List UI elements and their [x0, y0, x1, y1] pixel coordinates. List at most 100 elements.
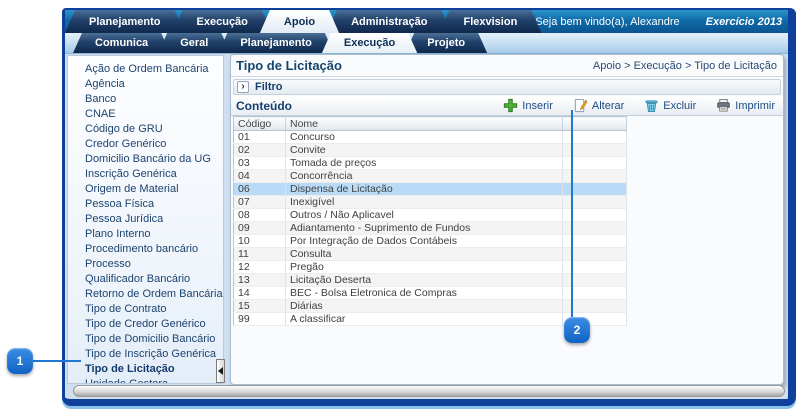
cell-codigo: 01 [234, 131, 286, 144]
sidebar-item-tipo-de-licitacao[interactable]: Tipo de Licitação [68, 362, 223, 377]
filter-bar: › Filtro [233, 79, 781, 95]
sidebar-item-cnae[interactable]: CNAE [68, 107, 223, 122]
table-row-07[interactable]: 07Inexigível [234, 196, 627, 209]
sidebar-item-pessoa-juridica[interactable]: Pessoa Jurídica [68, 212, 223, 227]
sidebar-item-credor-generico[interactable]: Credor Genérico [68, 137, 223, 152]
page-title: Tipo de Licitação [236, 58, 342, 73]
cell-codigo: 07 [234, 196, 286, 209]
cell-codigo: 04 [234, 170, 286, 183]
table-row-12[interactable]: 12Pregão [234, 261, 627, 274]
inserir-button[interactable]: Inserir [503, 98, 553, 113]
sidebar-collapse-handle[interactable] [216, 359, 225, 383]
content-section-bar: Conteúdo Inserir Alterar Excluir Imprimir [231, 96, 783, 116]
cell-codigo: 14 [234, 287, 286, 300]
sidebar-item-tipo-de-inscricao-generica[interactable]: Tipo de Inscrição Genérica [68, 347, 223, 362]
sidebar-item-procedimento-bancario[interactable]: Procedimento bancário [68, 242, 223, 257]
sidebar-item-pessoa-fisica[interactable]: Pessoa Física [68, 197, 223, 212]
sidebar-item-unidade-gestora[interactable]: Unidade Gestora [68, 377, 223, 384]
sidebar-item-codigo-de-gru[interactable]: Código de GRU [68, 122, 223, 137]
alterar-button[interactable]: Alterar [573, 98, 624, 113]
content-header: Tipo de Licitação Apoio > Execução > Tip… [231, 55, 783, 77]
filter-expand-button[interactable]: › [237, 81, 249, 93]
column-header-nome[interactable]: Nome [286, 117, 563, 131]
licitacao-table: CódigoNome01Concurso02Convite03Tomada de… [233, 116, 627, 326]
table-row-10[interactable]: 10Por Integração de Dados Contábeis [234, 235, 627, 248]
table-row-03[interactable]: 03Tomada de preços [234, 157, 627, 170]
sidebar-item-agencia[interactable]: Agência [68, 77, 223, 92]
sidebar-item-tipo-de-credor-generico[interactable]: Tipo de Credor Genérico [68, 317, 223, 332]
printer-icon [716, 98, 731, 113]
welcome-text: Seja bem vindo(a), Alexandre [535, 16, 679, 28]
table-row-08[interactable]: 08Outros / Não Aplicavel [234, 209, 627, 222]
imprimir-button[interactable]: Imprimir [716, 98, 775, 113]
sidebar-item-inscricao-generica[interactable]: Inscrição Genérica [68, 167, 223, 182]
sidebar-item-banco[interactable]: Banco [68, 92, 223, 107]
cell-nome: A classificar [286, 313, 563, 326]
excluir-button[interactable]: Excluir [644, 98, 696, 113]
primary-tab-flexvision[interactable]: Flexvision [440, 10, 542, 33]
content-panel: Tipo de Licitação Apoio > Execução > Tip… [230, 54, 784, 385]
cell-codigo: 99 [234, 313, 286, 326]
cell-nome: Tomada de preços [286, 157, 563, 170]
sidebar-item-processo[interactable]: Processo [68, 257, 223, 272]
secondary-tab-projeto[interactable]: Projeto [405, 33, 487, 53]
secondary-tabs: ComunicaGeralPlanejamentoExecuçãoProjeto [65, 33, 481, 53]
table-row-02[interactable]: 02Convite [234, 144, 627, 157]
cell-nome: Dispensa de Licitação [286, 183, 563, 196]
sidebar-item-origem-de-material[interactable]: Origem de Material [68, 182, 223, 197]
column-header-codigo[interactable]: Código [234, 117, 286, 131]
table-row-14[interactable]: 14BEC - Bolsa Eletronica de Compras [234, 287, 627, 300]
sidebar-item-tipo-de-domicilio-bancario[interactable]: Tipo de Domicilio Bancário [68, 332, 223, 347]
body-area: Ação de Ordem BancáriaAgênciaBancoCNAECó… [65, 54, 788, 385]
filter-label: Filtro [255, 81, 283, 93]
cell-nome: Licitação Deserta [286, 274, 563, 287]
cell-nome: Diárias [286, 300, 563, 313]
tool-label-imprimir: Imprimir [735, 100, 775, 112]
table-row-11[interactable]: 11Consulta [234, 248, 627, 261]
callout-badge-1: 1 [7, 348, 33, 374]
sidebar-menu: Ação de Ordem BancáriaAgênciaBancoCNAECó… [67, 55, 224, 384]
cell-nome: BEC - Bolsa Eletronica de Compras [286, 287, 563, 300]
table-row-15[interactable]: 15Diárias [234, 300, 627, 313]
sidebar-item-qualificador-bancario[interactable]: Qualificador Bancário [68, 272, 223, 287]
app-window: PlanejamentoExecuçãoApoioAdministraçãoFl… [62, 8, 796, 406]
secondary-tab-comunica[interactable]: Comunica [73, 33, 170, 53]
sidebar-item-tipo-de-contrato[interactable]: Tipo de Contrato [68, 302, 223, 317]
callout-2-number: 2 [574, 323, 581, 337]
primary-tab-execucao[interactable]: Execução [173, 10, 272, 33]
sidebar-item-acao-de-ordem-bancaria[interactable]: Ação de Ordem Bancária [68, 62, 223, 77]
callout-2-connector-line [571, 110, 573, 318]
cell-nome: Adiantamento - Suprimento de Fundos [286, 222, 563, 235]
cell-nome: Por Integração de Dados Contábeis [286, 235, 563, 248]
sidebar-item-retorno-de-ordem-bancaria[interactable]: Retorno de Ordem Bancária [68, 287, 223, 302]
cell-nome: Convite [286, 144, 563, 157]
sidebar-item-domicilio-bancario-da-ug[interactable]: Domicilio Bancário da UG [68, 152, 223, 167]
cell-nome: Pregão [286, 261, 563, 274]
callout-1-connector-line [33, 360, 81, 362]
edit-icon [573, 98, 588, 113]
cell-nome: Concurso [286, 131, 563, 144]
secondary-nav-bar: ComunicaGeralPlanejamentoExecuçãoProjeto [65, 33, 788, 54]
table-row-09[interactable]: 09Adiantamento - Suprimento de Fundos [234, 222, 627, 235]
cell-codigo: 15 [234, 300, 286, 313]
cell-codigo: 11 [234, 248, 286, 261]
sidebar-item-plano-interno[interactable]: Plano Interno [68, 227, 223, 242]
table-row-01[interactable]: 01Concurso [234, 131, 627, 144]
callout-badge-2: 2 [564, 317, 590, 343]
secondary-tab-execucao[interactable]: Execução [322, 33, 417, 53]
table-row-13[interactable]: 13Licitação Deserta [234, 274, 627, 287]
section-label: Conteúdo [236, 99, 292, 113]
plus-icon [503, 98, 518, 113]
primary-tab-planejamento[interactable]: Planejamento [65, 10, 185, 33]
primary-tab-apoio[interactable]: Apoio [260, 10, 339, 33]
tool-label-alterar: Alterar [592, 100, 624, 112]
secondary-tab-geral[interactable]: Geral [158, 33, 230, 53]
secondary-tab-planejamento[interactable]: Planejamento [218, 33, 334, 53]
table-header-row: CódigoNome [234, 117, 627, 131]
tool-label-excluir: Excluir [663, 100, 696, 112]
primary-tab-administracao[interactable]: Administração [327, 10, 451, 33]
table-row-04[interactable]: 04Concorrência [234, 170, 627, 183]
table-row-06[interactable]: 06Dispensa de Licitação [234, 183, 627, 196]
cell-codigo: 12 [234, 261, 286, 274]
cell-nome: Concorrência [286, 170, 563, 183]
